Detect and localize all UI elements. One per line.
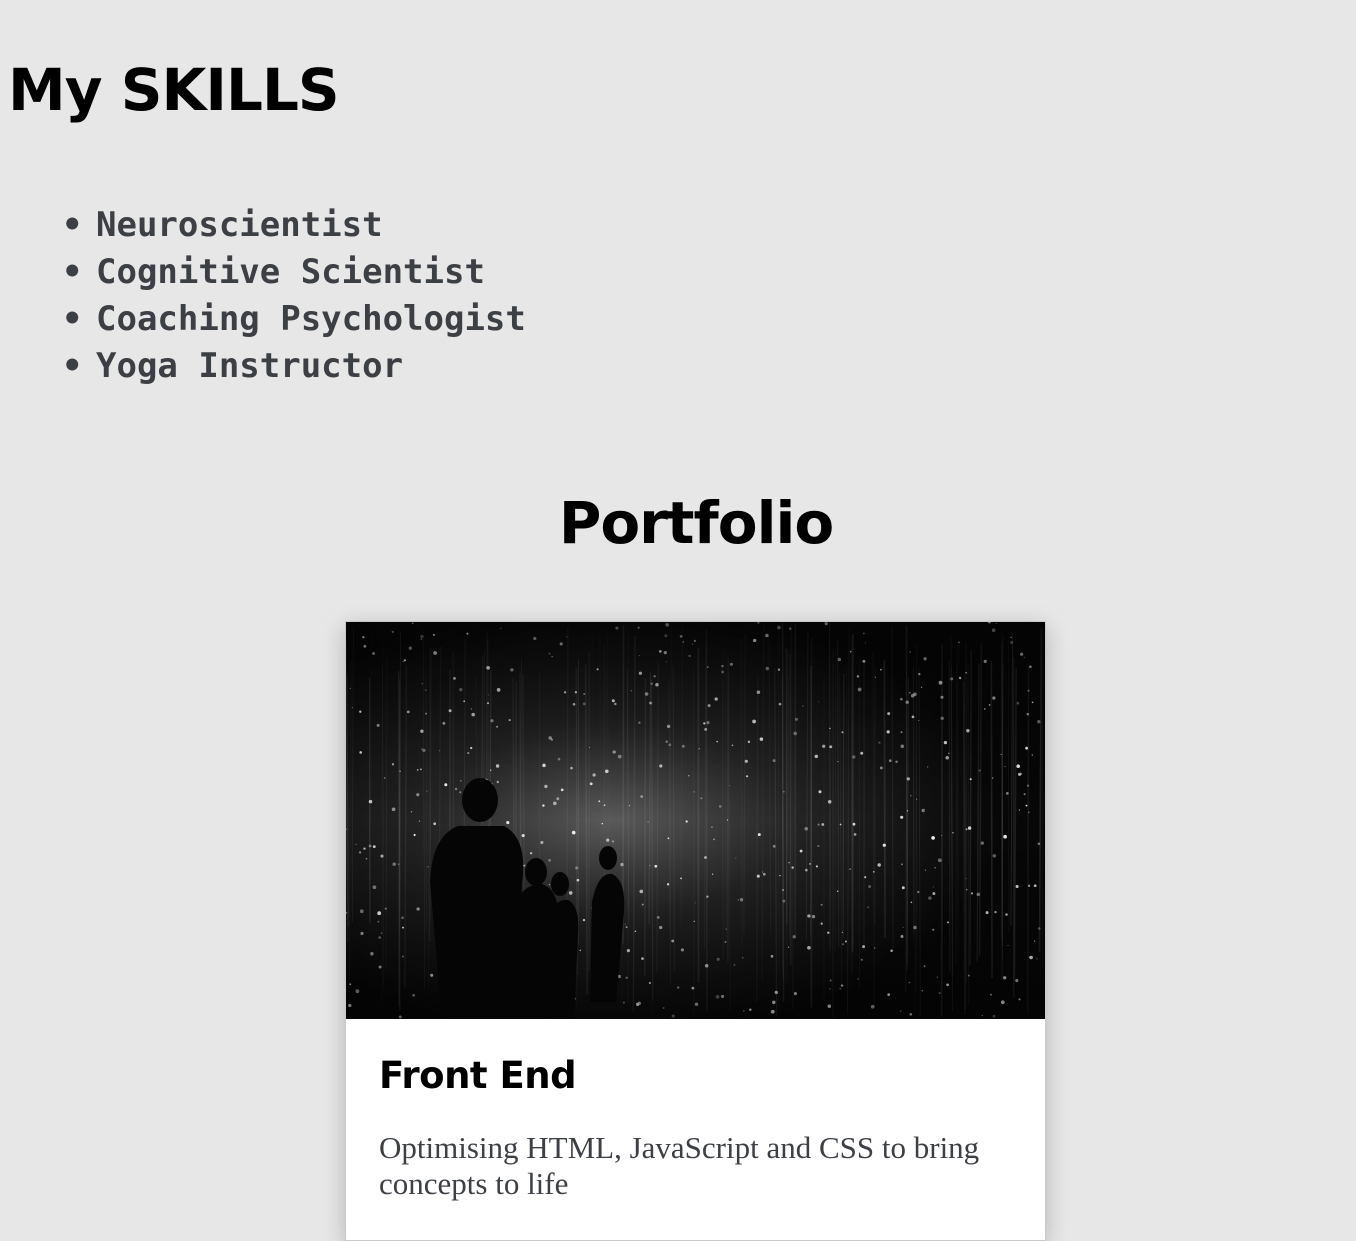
bullet-icon: •: [62, 202, 96, 249]
skills-list: •Neuroscientist •Cognitive Scientist •Co…: [62, 202, 526, 390]
portfolio-card-front-end[interactable]: Front End Optimising HTML, JavaScript an…: [345, 621, 1046, 1241]
card-image: [346, 622, 1045, 1019]
card-description: Optimising HTML, JavaScript and CSS to b…: [379, 1130, 1009, 1202]
bullet-icon: •: [62, 343, 96, 390]
skill-item-label: Neuroscientist: [96, 205, 383, 245]
skill-item: •Yoga Instructor: [62, 343, 526, 390]
bullet-icon: •: [62, 296, 96, 343]
skills-heading: My SKILLS: [8, 56, 339, 124]
skill-item: •Neuroscientist: [62, 202, 526, 249]
card-title: Front End: [379, 1054, 576, 1098]
skill-item: •Cognitive Scientist: [62, 249, 526, 296]
skill-item-label: Coaching Psychologist: [96, 299, 526, 339]
bullet-icon: •: [62, 249, 96, 296]
skill-item: •Coaching Psychologist: [62, 296, 526, 343]
skill-item-label: Yoga Instructor: [96, 346, 403, 386]
portfolio-heading: Portfolio: [0, 487, 1356, 559]
skill-item-label: Cognitive Scientist: [96, 252, 485, 292]
